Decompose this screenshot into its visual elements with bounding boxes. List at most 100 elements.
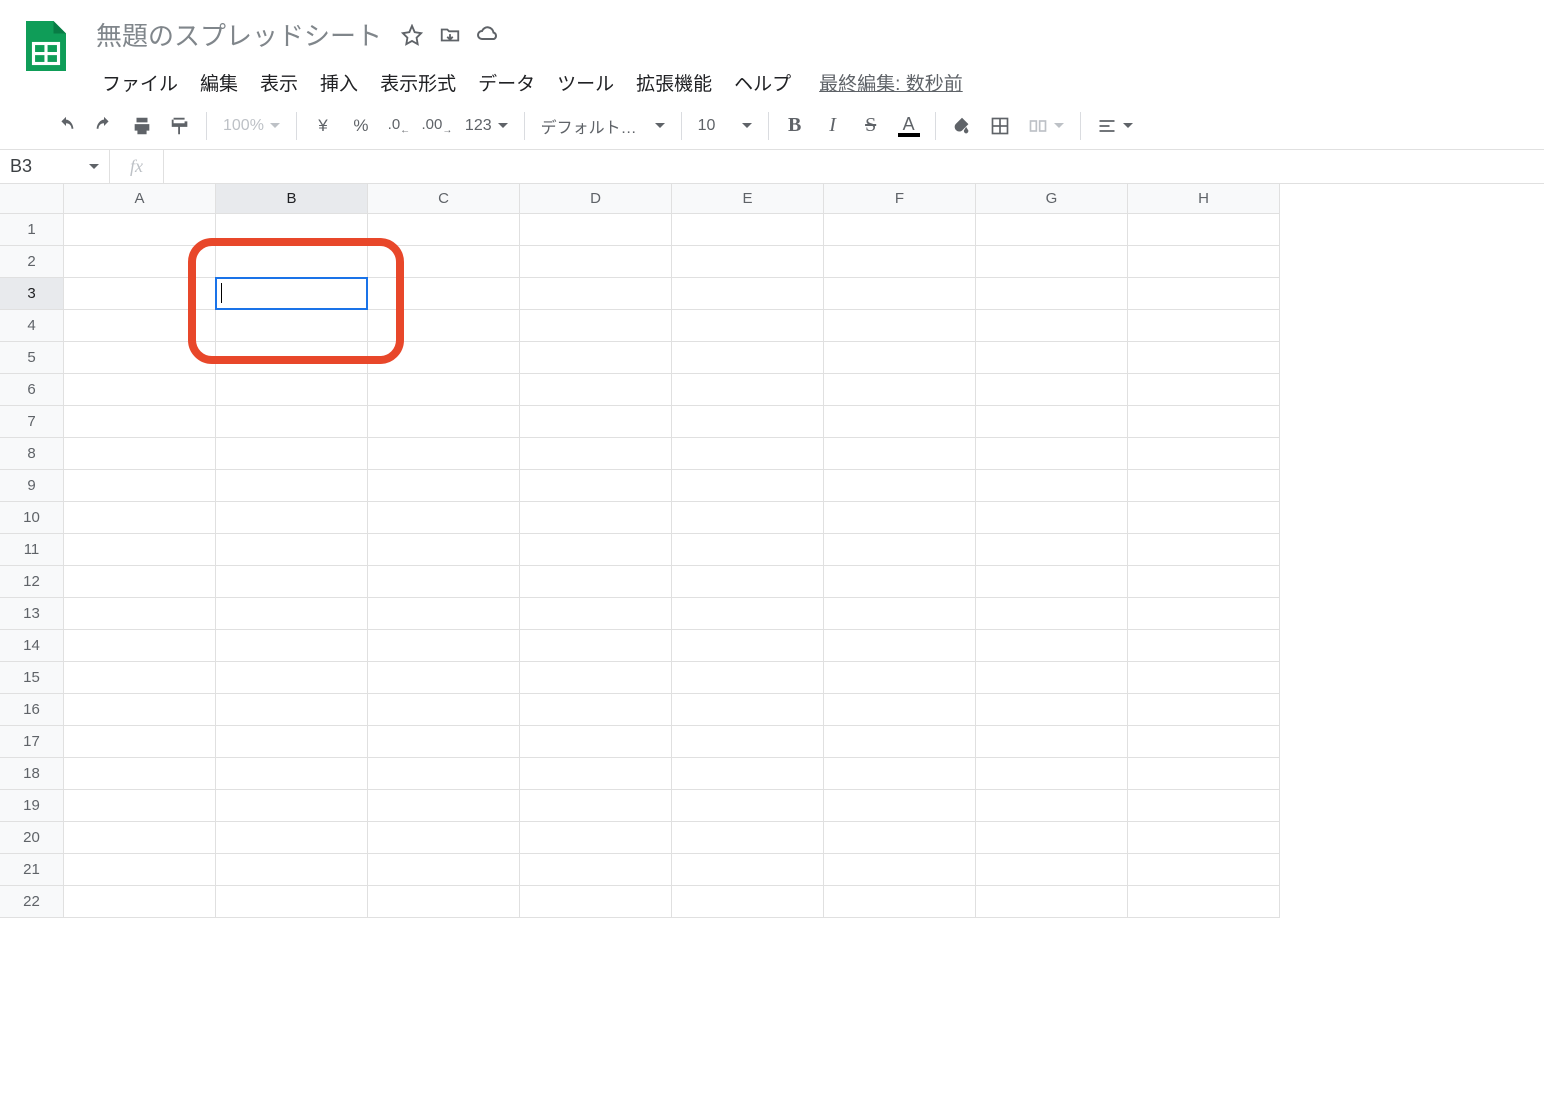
cell[interactable] (368, 406, 520, 438)
cell[interactable] (64, 630, 216, 662)
font-dropdown[interactable]: デフォルト… (533, 108, 673, 144)
more-formats-dropdown[interactable]: 123 (457, 108, 516, 144)
borders-button[interactable] (982, 108, 1018, 144)
cell[interactable] (1128, 662, 1280, 694)
cell[interactable] (64, 758, 216, 790)
cell[interactable] (1128, 374, 1280, 406)
cell[interactable] (368, 342, 520, 374)
cell[interactable] (216, 214, 368, 246)
cell[interactable] (824, 502, 976, 534)
column-header[interactable]: E (672, 184, 824, 214)
cell[interactable] (976, 246, 1128, 278)
cell[interactable] (216, 886, 368, 918)
cell[interactable] (824, 406, 976, 438)
cell[interactable] (1128, 438, 1280, 470)
cell[interactable] (368, 790, 520, 822)
cell[interactable] (216, 342, 368, 374)
cell[interactable] (976, 470, 1128, 502)
row-header[interactable]: 17 (0, 726, 64, 758)
cell[interactable] (824, 342, 976, 374)
cell[interactable] (672, 630, 824, 662)
cell[interactable] (368, 470, 520, 502)
cell[interactable] (976, 534, 1128, 566)
cell[interactable] (824, 822, 976, 854)
cell[interactable] (672, 502, 824, 534)
cell[interactable] (520, 662, 672, 694)
menu-extensions[interactable]: 拡張機能 (626, 63, 722, 102)
cell[interactable] (368, 534, 520, 566)
cell[interactable] (672, 374, 824, 406)
cell[interactable] (1128, 310, 1280, 342)
row-header[interactable]: 2 (0, 246, 64, 278)
cell[interactable] (976, 374, 1128, 406)
row-header[interactable]: 18 (0, 758, 64, 790)
cell[interactable] (672, 278, 824, 310)
row-header[interactable]: 12 (0, 566, 64, 598)
cell[interactable] (216, 374, 368, 406)
decrease-decimal-button[interactable]: .0← (381, 108, 417, 144)
cell[interactable] (672, 886, 824, 918)
cell[interactable] (824, 694, 976, 726)
row-header[interactable]: 5 (0, 342, 64, 374)
cell[interactable] (64, 566, 216, 598)
cell[interactable] (368, 630, 520, 662)
cell[interactable] (1128, 470, 1280, 502)
cell[interactable] (368, 726, 520, 758)
cell[interactable] (216, 790, 368, 822)
cell[interactable] (824, 310, 976, 342)
column-header[interactable]: G (976, 184, 1128, 214)
cell[interactable] (64, 694, 216, 726)
cell[interactable] (672, 694, 824, 726)
cell[interactable] (976, 726, 1128, 758)
cell[interactable] (216, 854, 368, 886)
cell[interactable] (672, 214, 824, 246)
cell[interactable] (672, 790, 824, 822)
column-header[interactable]: C (368, 184, 520, 214)
cell[interactable] (216, 694, 368, 726)
cell[interactable] (976, 502, 1128, 534)
row-header[interactable]: 1 (0, 214, 64, 246)
cell[interactable] (824, 790, 976, 822)
cell[interactable] (672, 566, 824, 598)
column-header[interactable]: D (520, 184, 672, 214)
cell[interactable] (368, 374, 520, 406)
cell[interactable] (1128, 758, 1280, 790)
cell[interactable] (368, 598, 520, 630)
row-header[interactable]: 16 (0, 694, 64, 726)
cell[interactable] (520, 310, 672, 342)
menu-help[interactable]: ヘルプ (724, 63, 801, 102)
cell[interactable] (64, 854, 216, 886)
cell[interactable] (672, 854, 824, 886)
zoom-dropdown[interactable]: 100% (215, 108, 288, 144)
cell[interactable] (672, 246, 824, 278)
cell[interactable] (520, 502, 672, 534)
cell[interactable] (824, 470, 976, 502)
cell[interactable] (672, 822, 824, 854)
cell[interactable] (64, 278, 216, 310)
cell[interactable] (824, 758, 976, 790)
cell[interactable] (672, 534, 824, 566)
cell[interactable] (368, 278, 520, 310)
cell[interactable] (216, 502, 368, 534)
cell[interactable] (824, 278, 976, 310)
cell[interactable] (216, 662, 368, 694)
cell[interactable] (672, 310, 824, 342)
cell[interactable] (64, 726, 216, 758)
cell[interactable] (64, 342, 216, 374)
cell[interactable] (672, 406, 824, 438)
font-size-dropdown[interactable]: 10 (690, 108, 760, 144)
cell[interactable] (976, 790, 1128, 822)
menu-tools[interactable]: ツール (547, 63, 624, 102)
cell[interactable] (368, 854, 520, 886)
cell[interactable] (64, 438, 216, 470)
cell[interactable] (1128, 790, 1280, 822)
cell[interactable] (520, 246, 672, 278)
cell[interactable] (216, 246, 368, 278)
row-header[interactable]: 14 (0, 630, 64, 662)
cell[interactable] (824, 246, 976, 278)
column-header[interactable]: H (1128, 184, 1280, 214)
cell[interactable] (976, 854, 1128, 886)
row-header[interactable]: 3 (0, 278, 64, 310)
currency-button[interactable]: ¥ (305, 108, 341, 144)
cell[interactable] (672, 662, 824, 694)
